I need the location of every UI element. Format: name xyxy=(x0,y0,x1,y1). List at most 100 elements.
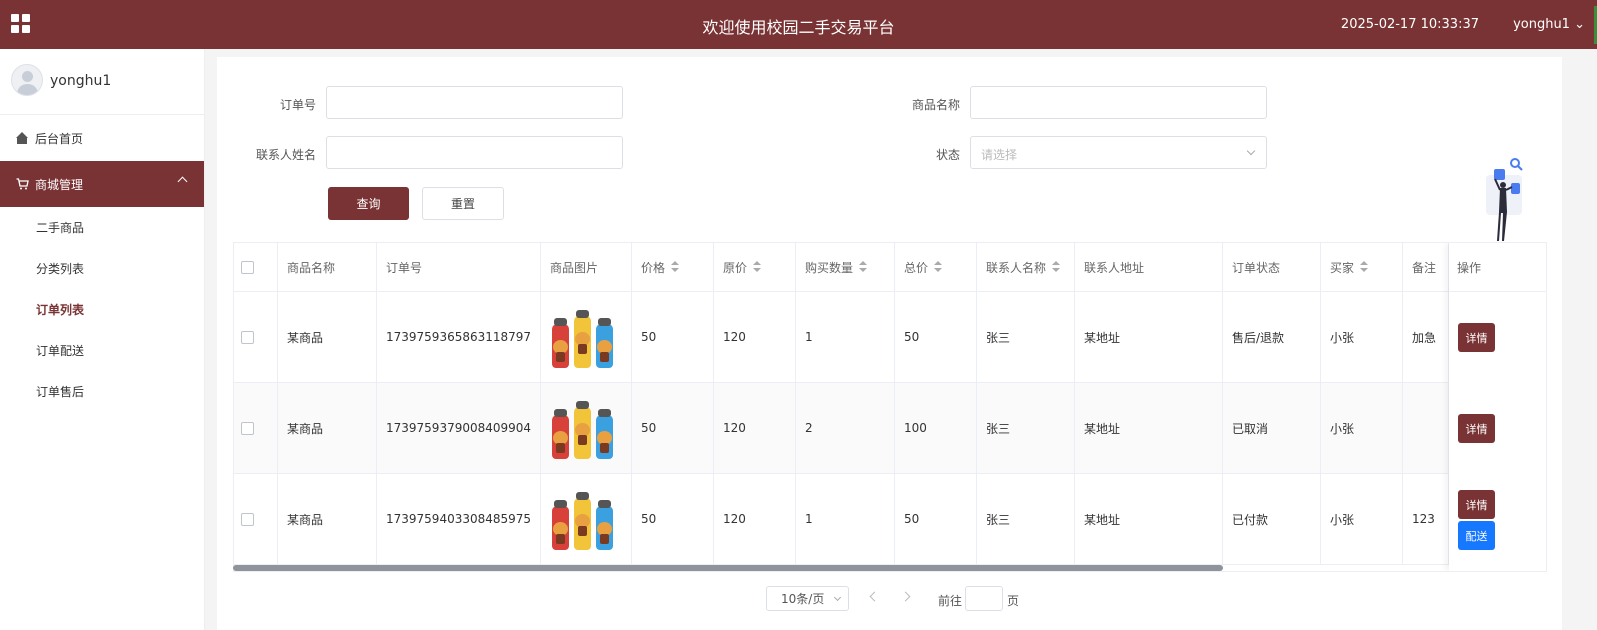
table-header: 商品名称 订单号 商品图片 价格 原价 购买数量 总价 联系人名称 联系人地址 … xyxy=(234,243,1546,292)
goto-prefix: 前往 xyxy=(938,594,963,608)
select-all-checkbox[interactable] xyxy=(241,260,254,274)
cell-order-no: 1739759403308485975 xyxy=(377,474,541,564)
detail-button[interactable]: 详情 xyxy=(1458,323,1495,352)
sidebar-subitem-aftersale[interactable]: 订单售后 xyxy=(0,371,204,412)
cell-buyer: 小张 xyxy=(1321,474,1403,564)
goto-suffix: 页 xyxy=(1007,594,1020,608)
row-checkbox-cell xyxy=(234,292,278,382)
cell-price: 50 xyxy=(632,292,714,382)
col-note: 备注 xyxy=(1403,243,1449,291)
cell-orig-price: 120 xyxy=(714,474,796,564)
status-label: 状态 xyxy=(935,148,960,162)
col-address: 联系人地址 xyxy=(1075,243,1223,291)
detail-button[interactable]: 详情 xyxy=(1458,490,1495,519)
cell-orig-price: 120 xyxy=(714,383,796,473)
sidebar-subitem-products[interactable]: 二手商品 xyxy=(0,207,204,248)
page-size-label: 10条/页 xyxy=(781,592,825,606)
cell-address: 某地址 xyxy=(1075,474,1223,564)
user-menu[interactable]: yonghu1 ⌄ xyxy=(1513,17,1585,32)
sort-icon[interactable] xyxy=(1360,261,1369,273)
horizontal-scrollbar[interactable] xyxy=(233,565,1223,571)
col-quantity-label: 购买数量 xyxy=(805,260,854,275)
cell-qty: 2 xyxy=(796,383,895,473)
profile-username: yonghu1 xyxy=(50,73,112,89)
search-illustration xyxy=(1486,158,1523,241)
cell-contact: 张三 xyxy=(977,292,1075,382)
status-select[interactable]: 请选择 xyxy=(970,136,1267,169)
chevron-down-icon xyxy=(1246,146,1256,156)
col-actions: 操作 xyxy=(1449,243,1546,292)
contact-name-label: 联系人姓名 xyxy=(255,148,316,162)
cell-note: 加急 xyxy=(1403,292,1449,382)
col-total[interactable]: 总价 xyxy=(895,243,977,291)
contact-name-input[interactable] xyxy=(326,136,623,169)
next-page-icon[interactable] xyxy=(900,591,911,602)
col-price[interactable]: 价格 xyxy=(632,243,714,291)
row-checkbox-cell xyxy=(234,474,278,564)
actions-column: 操作 详情 详情 详情 配送 xyxy=(1449,243,1546,571)
sidebar: yonghu1 后台首页 商城管理 二手商品 分类列表 订单列表 订单配送 订单… xyxy=(0,49,205,630)
sidebar-subitem-orders[interactable]: 订单列表 xyxy=(0,289,204,330)
status-placeholder: 请选择 xyxy=(981,148,1018,162)
cell-status: 已付款 xyxy=(1223,474,1321,564)
cell-name: 某商品 xyxy=(278,474,377,564)
cart-icon xyxy=(16,178,29,190)
cell-note xyxy=(1403,383,1449,473)
reset-button[interactable]: 重置 xyxy=(422,187,504,220)
cell-buyer: 小张 xyxy=(1321,292,1403,382)
col-orig-price[interactable]: 原价 xyxy=(714,243,796,291)
row-checkbox-cell xyxy=(234,383,278,473)
table-row: 某商品 1739759365863118797 50 120 1 50 张三 某地址 售后/退款… xyxy=(234,292,1546,383)
chevron-up-icon xyxy=(177,176,188,187)
chevron-down-icon xyxy=(833,593,842,602)
sidebar-item-label: 后台首页 xyxy=(35,131,84,146)
col-buyer[interactable]: 买家 xyxy=(1321,243,1403,291)
sort-icon[interactable] xyxy=(934,261,943,273)
sort-icon[interactable] xyxy=(671,261,680,273)
delivery-button[interactable]: 配送 xyxy=(1458,521,1495,550)
col-price-label: 价格 xyxy=(641,260,666,275)
header-checkbox-cell xyxy=(234,243,278,291)
cell-status: 已取消 xyxy=(1223,383,1321,473)
col-buyer-label: 买家 xyxy=(1330,260,1355,275)
product-image-cell xyxy=(541,474,632,564)
cell-qty: 1 xyxy=(796,474,895,564)
product-name-label: 商品名称 xyxy=(911,98,960,112)
prev-page-icon[interactable] xyxy=(869,591,880,602)
cell-address: 某地址 xyxy=(1075,383,1223,473)
sidebar-subitem-delivery[interactable]: 订单配送 xyxy=(0,330,204,371)
col-status: 订单状态 xyxy=(1223,243,1321,291)
cell-price: 50 xyxy=(632,383,714,473)
product-thumbnail[interactable] xyxy=(550,304,616,370)
product-thumbnail[interactable] xyxy=(550,486,616,552)
sidebar-subitem-categories[interactable]: 分类列表 xyxy=(0,248,204,289)
sidebar-item-mall[interactable]: 商城管理 xyxy=(0,161,204,207)
chevron-down-icon: ⌄ xyxy=(1574,17,1585,32)
cell-status: 售后/退款 xyxy=(1223,292,1321,382)
col-total-label: 总价 xyxy=(904,260,929,275)
orders-table: 商品名称 订单号 商品图片 价格 原价 购买数量 总价 联系人名称 联系人地址 … xyxy=(233,242,1547,572)
current-datetime: 2025-02-17 10:33:37 xyxy=(1340,17,1479,32)
row-checkbox[interactable] xyxy=(241,421,254,435)
detail-button[interactable]: 详情 xyxy=(1458,414,1495,443)
goto-page-input[interactable] xyxy=(965,586,1003,611)
col-quantity[interactable]: 购买数量 xyxy=(796,243,895,291)
sidebar-item-home[interactable]: 后台首页 xyxy=(0,115,204,161)
cell-order-no: 1739759379008409904 xyxy=(377,383,541,473)
sort-icon[interactable] xyxy=(753,261,762,273)
sort-icon[interactable] xyxy=(859,261,868,273)
cell-address: 某地址 xyxy=(1075,292,1223,382)
col-contact[interactable]: 联系人名称 xyxy=(977,243,1075,291)
order-no-input[interactable] xyxy=(326,86,623,119)
product-thumbnail[interactable] xyxy=(550,395,616,461)
col-order-no: 订单号 xyxy=(377,243,541,291)
cell-total: 50 xyxy=(895,292,977,382)
page-size-select[interactable]: 10条/页 xyxy=(766,586,849,611)
row-checkbox[interactable] xyxy=(241,330,254,344)
product-name-input[interactable] xyxy=(970,86,1267,119)
sort-icon[interactable] xyxy=(1052,261,1061,273)
col-product-name: 商品名称 xyxy=(278,243,377,291)
cell-name: 某商品 xyxy=(278,383,377,473)
row-checkbox[interactable] xyxy=(241,512,254,526)
query-button[interactable]: 查询 xyxy=(328,187,409,220)
